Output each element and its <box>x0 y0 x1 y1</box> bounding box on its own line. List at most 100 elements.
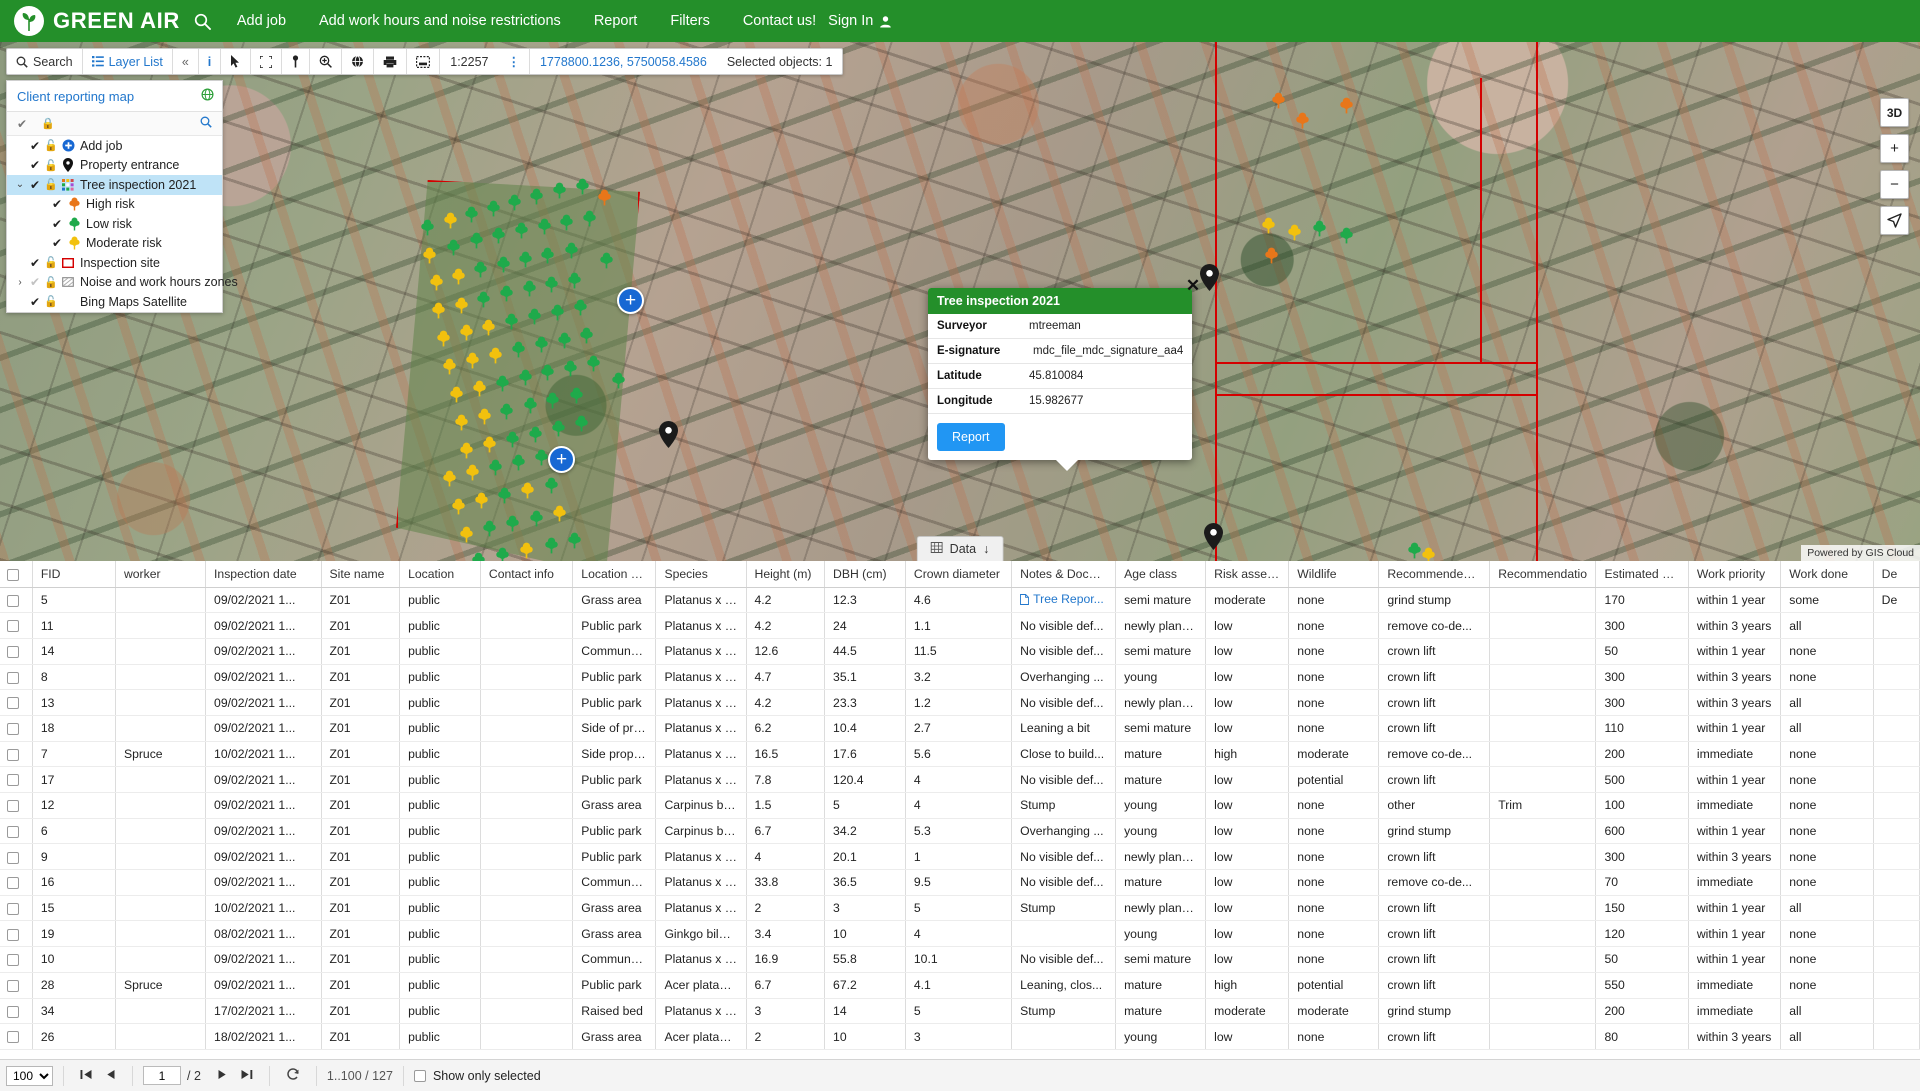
layer-row-inspection-site[interactable]: ✔🔓Inspection site <box>7 253 222 273</box>
table-cell[interactable] <box>1873 972 1919 998</box>
table-cell[interactable]: low <box>1206 638 1289 664</box>
table-cell[interactable]: low <box>1206 1024 1289 1050</box>
tree-marker-moderate-risk[interactable] <box>460 442 473 459</box>
table-row[interactable]: 2618/02/2021 1...Z01publicGrass areaAcer… <box>0 1024 1920 1050</box>
tree-marker-low-risk[interactable] <box>500 403 513 420</box>
row-select-checkbox[interactable] <box>7 852 19 864</box>
table-cell[interactable] <box>480 741 572 767</box>
table-row[interactable]: 1809/02/2021 1...Z01publicSide of prope.… <box>0 715 1920 741</box>
row-select-cell[interactable] <box>0 793 32 819</box>
table-cell[interactable]: 10/02/2021 1... <box>206 895 321 921</box>
table-row[interactable]: 1409/02/2021 1...Z01publicCommunal ar...… <box>0 638 1920 664</box>
table-cell[interactable]: Z01 <box>321 818 400 844</box>
table-cell[interactable]: 120 <box>1596 921 1688 947</box>
table-cell[interactable]: Communal ar... <box>573 947 656 973</box>
table-cell[interactable]: none <box>1289 844 1379 870</box>
table-cell[interactable]: public <box>400 715 481 741</box>
tree-marker-moderate-risk[interactable] <box>432 302 445 319</box>
table-cell[interactable]: semi mature <box>1116 638 1206 664</box>
column-header-estimated-cost[interactable]: Estimated cost <box>1596 561 1688 587</box>
table-cell[interactable]: 6.7 <box>746 818 825 844</box>
tree-marker-low-risk[interactable] <box>551 304 564 321</box>
table-cell[interactable]: none <box>1781 818 1873 844</box>
layer-toggle-all-check-icon[interactable]: ✔ <box>17 117 27 131</box>
column-header-notes-docume[interactable]: Notes & Docume <box>1012 561 1116 587</box>
table-cell[interactable]: 67.2 <box>825 972 906 998</box>
table-cell[interactable] <box>480 664 572 690</box>
table-cell[interactable] <box>480 767 572 793</box>
table-cell[interactable] <box>480 1024 572 1050</box>
table-cell[interactable] <box>1490 767 1596 793</box>
table-cell[interactable]: Grass area <box>573 921 656 947</box>
table-cell[interactable]: 23.3 <box>825 690 906 716</box>
tree-marker-low-risk[interactable] <box>496 547 509 561</box>
table-cell[interactable]: Raised bed <box>573 998 656 1024</box>
nav-link-filters[interactable]: Filters <box>670 13 709 29</box>
page-number-input[interactable] <box>143 1066 181 1085</box>
table-cell[interactable]: 600 <box>1596 818 1688 844</box>
table-cell[interactable]: none <box>1289 895 1379 921</box>
table-cell[interactable]: 5 <box>825 793 906 819</box>
table-cell[interactable]: other <box>1379 793 1490 819</box>
table-cell[interactable] <box>1490 921 1596 947</box>
table-cell[interactable]: 09/02/2021 1... <box>206 793 321 819</box>
table-cell[interactable]: Ginkgo biloba <box>656 921 746 947</box>
table-cell[interactable] <box>1490 947 1596 973</box>
table-cell[interactable]: Overhanging ... <box>1012 664 1116 690</box>
table-cell[interactable]: 300 <box>1596 690 1688 716</box>
table-cell[interactable]: mature <box>1116 741 1206 767</box>
table-cell[interactable]: all <box>1781 715 1873 741</box>
table-cell[interactable]: 550 <box>1596 972 1688 998</box>
table-cell[interactable] <box>115 793 205 819</box>
table-cell[interactable]: crown lift <box>1379 921 1490 947</box>
sign-in-button[interactable]: Sign In <box>828 13 892 29</box>
table-cell[interactable]: 100 <box>1596 793 1688 819</box>
table-cell[interactable]: high <box>1206 972 1289 998</box>
table-cell[interactable]: 10.1 <box>905 947 1011 973</box>
tree-marker-moderate-risk[interactable] <box>520 542 533 559</box>
table-cell[interactable]: 3 <box>825 895 906 921</box>
table-cell[interactable] <box>1490 587 1596 613</box>
tree-marker-moderate-risk[interactable] <box>423 247 436 264</box>
table-cell[interactable]: mature <box>1116 972 1206 998</box>
table-cell[interactable] <box>1873 818 1919 844</box>
column-header-worker[interactable]: worker <box>115 561 205 587</box>
tree-marker-low-risk[interactable] <box>545 537 558 554</box>
table-row[interactable]: 1109/02/2021 1...Z01publicPublic parkPla… <box>0 613 1920 639</box>
table-cell[interactable]: 3 <box>905 1024 1011 1050</box>
tree-marker-moderate-risk[interactable] <box>466 464 479 481</box>
tree-marker-low-risk[interactable] <box>564 360 577 377</box>
zoom-out-button[interactable]: − <box>1880 170 1909 199</box>
table-cell[interactable]: low <box>1206 870 1289 896</box>
table-cell[interactable] <box>1873 947 1919 973</box>
tree-marker-low-risk[interactable] <box>500 285 513 302</box>
column-header-location[interactable]: Location <box>400 561 481 587</box>
table-cell[interactable]: 09/02/2021 1... <box>206 947 321 973</box>
table-cell[interactable]: 19 <box>32 921 115 947</box>
table-cell[interactable]: Platanus x ac... <box>656 741 746 767</box>
table-cell[interactable]: 28 <box>32 972 115 998</box>
table-cell[interactable]: public <box>400 690 481 716</box>
table-cell[interactable]: 3 <box>746 998 825 1024</box>
last-page-icon[interactable] <box>234 1068 259 1083</box>
layer-visibility-checkbox[interactable]: ✔ <box>49 236 65 250</box>
row-select-cell[interactable] <box>0 921 32 947</box>
table-cell[interactable] <box>1873 613 1919 639</box>
table-cell[interactable]: remove co-de... <box>1379 741 1490 767</box>
table-row[interactable]: 1609/02/2021 1...Z01publicCommunal ar...… <box>0 870 1920 896</box>
tree-marker-high-risk[interactable] <box>1265 247 1278 264</box>
table-cell[interactable] <box>1490 715 1596 741</box>
table-cell[interactable]: 10 <box>825 1024 906 1050</box>
table-cell[interactable]: 26 <box>32 1024 115 1050</box>
table-cell[interactable]: none <box>1289 947 1379 973</box>
print-icon[interactable] <box>374 49 407 74</box>
table-cell[interactable]: 08/02/2021 1... <box>206 921 321 947</box>
tree-marker-low-risk[interactable] <box>545 477 558 494</box>
table-cell[interactable]: 5 <box>32 587 115 613</box>
tree-marker-low-risk[interactable] <box>553 182 566 199</box>
table-cell[interactable]: all <box>1781 895 1873 921</box>
table-cell[interactable]: 09/02/2021 1... <box>206 767 321 793</box>
table-cell[interactable]: crown lift <box>1379 638 1490 664</box>
table-cell[interactable]: 2 <box>746 895 825 921</box>
tree-marker-moderate-risk[interactable] <box>475 492 488 509</box>
